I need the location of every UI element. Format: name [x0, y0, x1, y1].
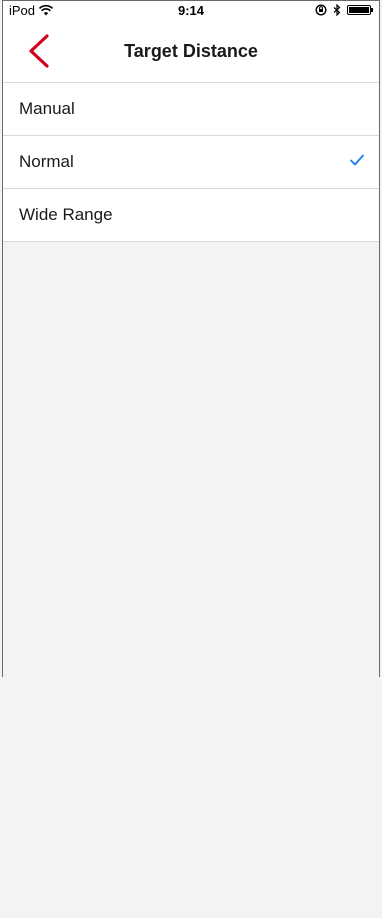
option-row-wide-range[interactable]: Wide Range [3, 189, 379, 242]
rotation-lock-icon [315, 4, 327, 16]
page-title: Target Distance [124, 41, 258, 61]
status-right [315, 4, 373, 16]
option-label: Wide Range [19, 205, 113, 224]
empty-background [3, 242, 379, 918]
options-list: Manual Normal Wide Range [3, 83, 379, 242]
option-label: Normal [19, 152, 74, 171]
checkmark-icon [350, 154, 364, 166]
battery-icon [347, 5, 373, 15]
option-row-manual[interactable]: Manual [3, 83, 379, 136]
bluetooth-icon [333, 4, 341, 16]
status-bar: iPod 9:14 [3, 1, 379, 21]
app-frame: iPod 9:14 Target Distance Manual Normal … [2, 0, 380, 918]
option-label: Manual [19, 99, 75, 118]
option-row-normal[interactable]: Normal [3, 136, 379, 189]
navigation-bar: Target Distance [3, 21, 379, 83]
